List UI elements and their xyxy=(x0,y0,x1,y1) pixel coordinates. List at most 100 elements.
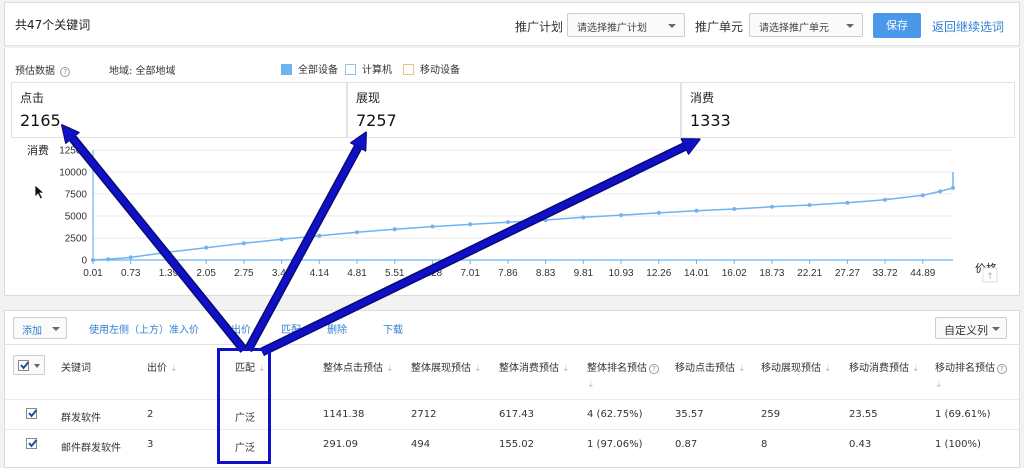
stat-cost[interactable]: 消费 1333 xyxy=(681,82,1015,138)
stat-value: 2165 xyxy=(20,111,61,130)
col-mobile-impressions[interactable]: 移动展现预估 ⇣ xyxy=(761,359,832,374)
arrow-up-icon: ↑ xyxy=(986,272,994,282)
data-point xyxy=(845,200,850,205)
col-total-cost[interactable]: 整体消费预估 ⇣ xyxy=(499,359,570,374)
cell-total-clicks: 291.09 xyxy=(323,439,358,450)
data-point xyxy=(505,220,510,225)
add-label: 添加 xyxy=(22,326,42,337)
match-button[interactable]: 匹配 xyxy=(281,321,301,336)
stat-name: 点击 xyxy=(20,91,45,105)
select-all-checkbox[interactable] xyxy=(13,355,45,375)
data-point xyxy=(91,258,95,262)
y-axis-title: 消费 xyxy=(27,143,49,157)
unit-select[interactable]: 请选择推广单元 xyxy=(749,13,863,37)
data-point xyxy=(920,193,925,198)
cost-price-chart: 0 2500 5000 7500 10000 12500 0.01 0.73 1.39 2.05 2… xyxy=(27,143,998,283)
x-tick-label: 22.21 xyxy=(797,268,822,279)
col-mobile-clicks[interactable]: 移动点击预估 ⇣ xyxy=(675,359,746,374)
back-continue-link[interactable]: 返回继续选词 xyxy=(932,18,1004,35)
x-tick-label: 3.44 xyxy=(272,268,292,279)
col-total-rank[interactable]: 整体排名预估? ⇣ xyxy=(587,359,659,396)
data-point xyxy=(317,233,322,238)
row-divider xyxy=(5,429,1019,430)
x-tick-label: 9.81 xyxy=(574,268,594,279)
x-tick-label: 7.01 xyxy=(460,268,480,279)
legend-label: 移动设备 xyxy=(420,65,460,76)
estimate-label: 预估数据 ? xyxy=(15,62,71,77)
keyword-table-panel: 添加 使用左侧（上方）准入价 出价 匹配 删除 下载 自定义列 关键词 出价 ⇣ … xyxy=(4,310,1020,468)
data-point xyxy=(732,206,737,211)
legend-all-devices[interactable]: 全部设备 xyxy=(281,61,338,76)
cell-keyword[interactable]: 群发软件 xyxy=(61,409,101,424)
cell-mobile-clicks: 0.87 xyxy=(675,439,698,450)
x-tick-label: 8.83 xyxy=(536,268,556,279)
cell-mobile-clicks: 35.57 xyxy=(675,409,704,420)
col-label: 移动消费预估 xyxy=(849,363,909,374)
delete-button[interactable]: 删除 xyxy=(327,321,347,336)
data-point xyxy=(883,197,888,202)
x-tick-label: 6.28 xyxy=(423,268,443,279)
stat-impressions[interactable]: 展现 7257 xyxy=(347,82,681,138)
data-point xyxy=(938,189,943,194)
checkbox[interactable] xyxy=(18,360,30,371)
stat-name: 展现 xyxy=(356,91,381,105)
help-icon[interactable]: ? xyxy=(60,67,71,77)
custom-columns-label: 自定义列 xyxy=(944,324,988,337)
x-tick-label: 27.27 xyxy=(835,268,860,279)
custom-columns-dropdown[interactable]: 自定义列 xyxy=(935,317,1007,339)
cell-bid[interactable]: 3 xyxy=(147,439,153,450)
data-point xyxy=(619,213,624,218)
chevron-down-icon xyxy=(992,327,1000,331)
data-point xyxy=(694,208,699,213)
help-icon[interactable]: ? xyxy=(649,364,659,374)
col-total-impressions[interactable]: 整体展现预估 ⇣ xyxy=(411,359,482,374)
legend-label: 全部设备 xyxy=(298,65,338,76)
check-icon xyxy=(20,361,30,370)
col-label: 整体消费预估 xyxy=(499,363,559,374)
legend-swatch xyxy=(281,64,292,75)
check-icon xyxy=(28,409,38,418)
data-point xyxy=(279,237,284,242)
chevron-down-icon xyxy=(34,364,40,368)
legend-swatch xyxy=(403,64,414,75)
header-bar: 共47个关键词 推广计划 请选择推广计划 推广单元 请选择推广单元 保存 返回继… xyxy=(4,2,1020,46)
cell-bid[interactable]: 2 xyxy=(147,409,153,420)
row-checkbox[interactable] xyxy=(26,408,38,419)
help-icon[interactable]: ? xyxy=(997,364,1007,374)
download-button[interactable]: 下载 xyxy=(383,321,403,336)
x-tick-label: 1.39 xyxy=(159,268,179,279)
col-label: 移动展现预估 xyxy=(761,363,821,374)
cell-mobile-cost: 23.55 xyxy=(849,409,878,420)
use-left-price-button[interactable]: 使用左侧（上方）准入价 xyxy=(89,321,199,336)
data-point xyxy=(128,255,133,260)
table-toolbar: 添加 使用左侧（上方）准入价 出价 匹配 删除 下载 自定义列 xyxy=(5,311,1019,345)
row-checkbox[interactable] xyxy=(26,438,38,449)
x-tick-label: 12.26 xyxy=(646,268,671,279)
x-tick-label: 16.02 xyxy=(722,268,747,279)
stat-clicks[interactable]: 点击 2165 xyxy=(11,82,347,138)
chevron-down-icon xyxy=(52,327,60,331)
col-bid[interactable]: 出价 ⇣ xyxy=(147,359,178,374)
legend-swatch xyxy=(345,64,356,75)
col-mobile-rank[interactable]: 移动排名预估? ⇣ xyxy=(935,359,1007,396)
plan-select[interactable]: 请选择推广计划 xyxy=(567,13,685,37)
x-tick-label: 14.01 xyxy=(684,268,709,279)
data-point xyxy=(769,204,774,209)
col-label: 整体点击预估 xyxy=(323,363,383,374)
data-point xyxy=(355,230,360,235)
col-mobile-cost[interactable]: 移动消费预估 ⇣ xyxy=(849,359,920,374)
legend-mobile[interactable]: 移动设备 xyxy=(403,61,460,76)
bid-button[interactable]: 出价 xyxy=(231,321,251,336)
col-total-clicks[interactable]: 整体点击预估 ⇣ xyxy=(323,359,394,374)
save-button[interactable]: 保存 xyxy=(873,13,921,38)
cell-total-rank: 1 (97.06%) xyxy=(587,439,643,450)
legend-computer[interactable]: 计算机 xyxy=(345,61,392,76)
data-point xyxy=(543,217,548,222)
x-tick-label: 2.75 xyxy=(234,268,254,279)
estimate-panel: 预估数据 ? 地域: 全部地域 全部设备 计算机 移动设备 点击 2165 展现… xyxy=(4,48,1020,296)
cell-mobile-rank: 1 (100%) xyxy=(935,439,981,450)
match-column-highlight xyxy=(217,348,271,464)
keyword-count-title: 共47个关键词 xyxy=(15,18,91,32)
cell-keyword[interactable]: 邮件群发软件 xyxy=(61,439,121,454)
add-dropdown[interactable]: 添加 xyxy=(13,317,67,339)
